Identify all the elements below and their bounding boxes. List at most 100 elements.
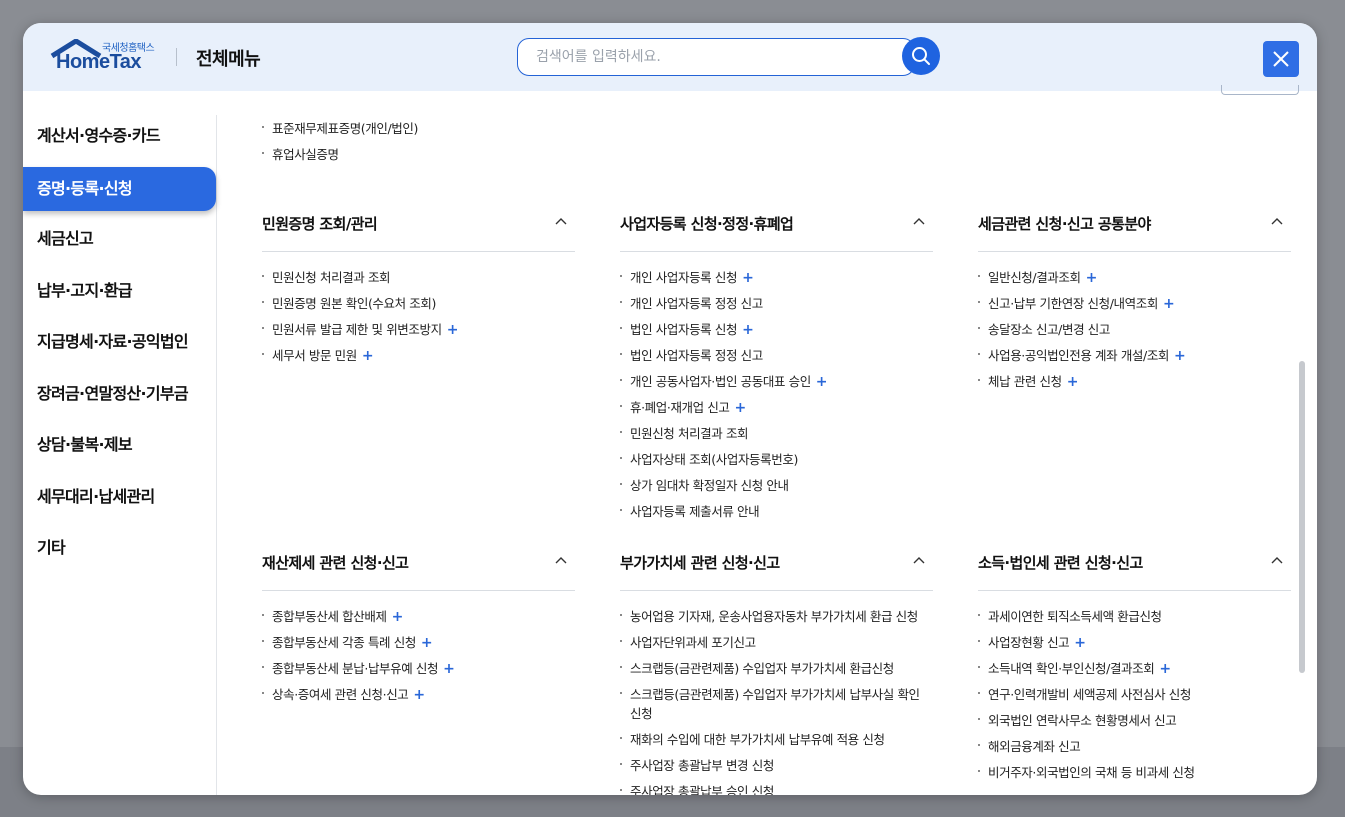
chevron-up-icon [555, 218, 567, 225]
menu-group: 소득·법인세 관련 신청·신고과세이연한 퇴직소득세액 환급신청 사업장현황 신고… [978, 542, 1291, 789]
menu-link[interactable]: 종합부동산세 합산배제 + [262, 607, 575, 633]
plus-icon[interactable]: + [413, 687, 425, 703]
menu-link[interactable]: 연구·인력개발비 세액공제 사전심사 신청 [978, 685, 1291, 711]
menu-group-header[interactable]: 세금관련 신청·신고 공통분야 [978, 203, 1291, 252]
plus-icon[interactable]: + [392, 609, 404, 625]
menu-link-label: 비거주자·외국법인의 국채 등 비과세 신청 [988, 765, 1195, 780]
all-menu-modal: 국세청홈택스 HomeTax 전체메뉴 계산서·영수증·카드증명·등록·신청세금… [23, 23, 1317, 795]
menu-link[interactable]: 외국법인 연락사무소 현황명세서 신고 [978, 711, 1291, 737]
menu-link[interactable]: 사업자상태 조회(사업자등록번호) [620, 450, 933, 476]
menu-group-header[interactable]: 사업자등록 신청·정정·휴폐업 [620, 203, 933, 252]
menu-link-label: 해외금융계좌 신고 [988, 739, 1081, 754]
menu-link[interactable]: 재화의 수입에 대한 부가가치세 납부유예 적용 신청 [620, 730, 933, 756]
plus-icon[interactable]: + [735, 400, 747, 416]
menu-link[interactable]: 해외금융계좌 신고 [978, 737, 1291, 763]
plus-icon[interactable]: + [1163, 296, 1175, 312]
plus-icon[interactable]: + [447, 322, 459, 338]
menu-group-title: 부가가치세 관련 신청·신고 [620, 554, 780, 572]
menu-link-label: 민원서류 발급 제한 및 위변조방지 [272, 322, 442, 337]
menu-group-header[interactable]: 재산제세 관련 신청·신고 [262, 542, 575, 591]
sidebar-item[interactable]: 장려금·연말정산·기부금 [23, 373, 216, 425]
menu-link[interactable]: 소득내역 확인·부인신청/결과조회 + [978, 659, 1291, 685]
menu-link[interactable]: 과세이연한 퇴직소득세액 환급신청 [978, 607, 1291, 633]
menu-link-label: 체납 관련 신청 [988, 374, 1062, 389]
search-icon [912, 47, 930, 65]
menu-link[interactable]: 스크랩등(금관련제품) 수입업자 부가가치세 환급신청 [620, 659, 933, 685]
plus-icon[interactable]: + [443, 661, 455, 677]
menu-link-label: 외국법인 연락사무소 현황명세서 신고 [988, 713, 1177, 728]
menu-link-label: 사업자단위과세 포기신고 [630, 635, 756, 650]
menu-link[interactable]: 법인 사업자등록 신청 + [620, 320, 933, 346]
menu-group-header[interactable]: 부가가치세 관련 신청·신고 [620, 542, 933, 591]
menu-link[interactable]: 민원서류 발급 제한 및 위변조방지 + [262, 320, 575, 346]
menu-link-label: 개인 사업자등록 정정 신고 [630, 296, 763, 311]
sidebar-item[interactable]: 증명·등록·신청 [23, 166, 216, 211]
sidebar-item[interactable]: 계산서·영수증·카드 [23, 115, 216, 167]
menu-link-label: 사업자등록 제출서류 안내 [630, 504, 760, 519]
sidebar-item[interactable]: 납부·고지·환급 [23, 270, 216, 322]
menu-link[interactable]: 민원증명 원본 확인(수요처 조회) [262, 294, 575, 320]
menu-link[interactable]: 일반신청/결과조회 + [978, 268, 1291, 294]
menu-link-label: 송달장소 신고/변경 신고 [988, 322, 1110, 337]
close-button[interactable] [1263, 41, 1299, 77]
menu-group-list: 농어업용 기자재, 운송사업용자동차 부가가치세 환급 신청사업자단위과세 포기… [620, 591, 933, 795]
plus-icon[interactable]: + [742, 322, 754, 338]
menu-link[interactable]: 사업장현황 신고 + [978, 633, 1291, 659]
menu-link[interactable]: 법인 사업자등록 정정 신고 [620, 346, 933, 372]
plus-icon[interactable]: + [421, 635, 433, 651]
menu-link-label: 종합부동산세 각종 특례 신청 [272, 635, 416, 650]
plus-icon[interactable]: + [1086, 270, 1098, 286]
plus-icon[interactable]: + [1174, 348, 1186, 364]
menu-link[interactable]: 주사업장 총괄납부 변경 신청 [620, 756, 933, 782]
menu-link[interactable]: 체납 관련 신청 + [978, 372, 1291, 398]
menu-link[interactable]: 휴·폐업·재개업 신고 + [620, 398, 933, 424]
menu-link[interactable]: 표준재무제표증명(개인/법인) [262, 119, 418, 145]
plus-icon[interactable]: + [1074, 635, 1086, 651]
menu-group: 사업자등록 신청·정정·휴폐업개인 사업자등록 신청 + 개인 사업자등록 정정 신… [620, 203, 933, 528]
menu-group: 부가가치세 관련 신청·신고농어업용 기자재, 운송사업용자동차 부가가치세 환… [620, 542, 933, 795]
menu-link[interactable]: 개인 사업자등록 정정 신고 [620, 294, 933, 320]
sidebar-item[interactable]: 상담·불복·제보 [23, 424, 216, 476]
sidebar-item[interactable]: 기타 [23, 527, 216, 579]
menu-link[interactable]: 개인 사업자등록 신청 + [620, 268, 933, 294]
plus-icon[interactable]: + [1067, 374, 1079, 390]
scrollbar-thumb[interactable] [1299, 361, 1305, 673]
menu-link[interactable]: 농어업용 기자재, 운송사업용자동차 부가가치세 환급 신청 [620, 607, 933, 633]
plus-icon[interactable]: + [1159, 661, 1171, 677]
hometax-logo[interactable]: 국세청홈택스 HomeTax [50, 37, 160, 77]
menu-group-header[interactable]: 소득·법인세 관련 신청·신고 [978, 542, 1291, 591]
menu-link[interactable]: 개인 공동사업자·법인 공동대표 승인 + [620, 372, 933, 398]
menu-link[interactable]: 송달장소 신고/변경 신고 [978, 320, 1291, 346]
menu-group-title: 재산제세 관련 신청·신고 [262, 554, 409, 572]
plus-icon[interactable]: + [816, 374, 828, 390]
menu-link[interactable]: 비거주자·외국법인의 국채 등 비과세 신청 [978, 763, 1291, 789]
menu-link-label: 상속·증여세 관련 신청·신고 [272, 687, 409, 702]
menu-link[interactable]: 사업자단위과세 포기신고 [620, 633, 933, 659]
sidebar-item[interactable]: 세금신고 [23, 218, 216, 270]
menu-link[interactable]: 상속·증여세 관련 신청·신고 + [262, 685, 575, 711]
menu-link-label: 민원증명 원본 확인(수요처 조회) [272, 296, 436, 311]
menu-link-label: 표준재무제표증명(개인/법인) [272, 121, 418, 136]
menu-link[interactable]: 종합부동산세 각종 특례 신청 + [262, 633, 575, 659]
menu-link[interactable]: 종합부동산세 분납·납부유예 신청 + [262, 659, 575, 685]
menu-link[interactable]: 민원신청 처리결과 조회 [620, 424, 933, 450]
plus-icon[interactable]: + [362, 348, 374, 364]
menu-link-label: 사업용·공익법인전용 계좌 개설/조회 [988, 348, 1170, 363]
menu-link[interactable]: 휴업사실증명 [262, 145, 418, 171]
menu-link[interactable]: 세무서 방문 민원 + [262, 346, 575, 372]
sidebar-item[interactable]: 지급명세·자료·공익법인 [23, 321, 216, 373]
menu-link[interactable]: 상가 임대차 확정일자 신청 안내 [620, 476, 933, 502]
chevron-up-icon [913, 557, 925, 564]
sidebar-item[interactable]: 세무대리·납세관리 [23, 476, 216, 528]
menu-link[interactable]: 스크랩등(금관련제품) 수입업자 부가가치세 납부사실 확인신청 [620, 685, 920, 730]
menu-link[interactable]: 신고·납부 기한연장 신청/내역조회 + [978, 294, 1291, 320]
plus-icon[interactable]: + [742, 270, 754, 286]
search-input[interactable] [518, 39, 878, 75]
menu-link[interactable]: 민원신청 처리결과 조회 [262, 268, 575, 294]
menu-link[interactable]: 사업용·공익법인전용 계좌 개설/조회 + [978, 346, 1291, 372]
search-button[interactable] [902, 37, 940, 75]
menu-link-label: 민원신청 처리결과 조회 [272, 270, 391, 285]
menu-link[interactable]: 주사업장 총괄납부 승인 신청 [620, 782, 933, 795]
menu-group-header[interactable]: 민원증명 조회/관리 [262, 203, 575, 252]
menu-link[interactable]: 사업자등록 제출서류 안내 [620, 502, 933, 528]
